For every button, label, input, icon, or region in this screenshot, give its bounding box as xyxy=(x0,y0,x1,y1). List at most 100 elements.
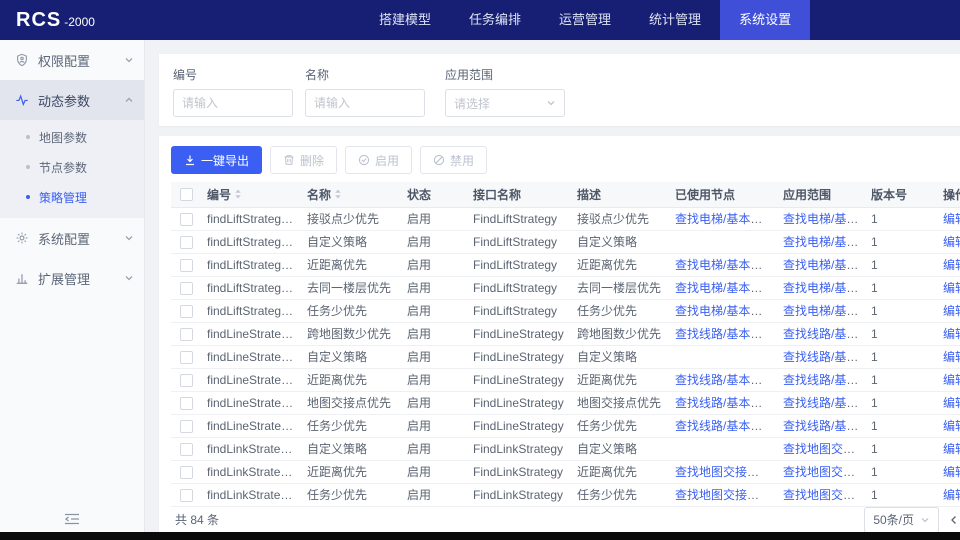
edit-link[interactable]: 编辑 xyxy=(943,419,960,433)
nav-item[interactable]: 系统设置 xyxy=(720,0,810,40)
scope-link[interactable]: 查找线路/基本属性/查找 xyxy=(783,419,865,433)
edit-link[interactable]: 编辑 xyxy=(943,281,960,295)
cell-interface: FindLineStrategy xyxy=(467,391,571,414)
sidebar-item[interactable]: 节点参数 xyxy=(0,152,144,182)
cell-used-nodes xyxy=(669,345,777,368)
used-nodes-link[interactable]: 查找线路/基本属性/查找 xyxy=(675,396,777,410)
edit-link[interactable]: 编辑 xyxy=(943,304,960,318)
cell-interface: FindLiftStrategy xyxy=(467,253,571,276)
used-nodes-link[interactable]: 查找电梯/基本属性/查找 xyxy=(675,281,777,295)
cell-status: 启用 xyxy=(401,345,467,368)
edit-link[interactable]: 编辑 xyxy=(943,465,960,479)
scope-link[interactable]: 查找地图交接点/基本属... xyxy=(783,442,865,456)
scope-link[interactable]: 查找电梯/基本属性/查找 xyxy=(783,304,865,318)
edit-link[interactable]: 编辑 xyxy=(943,235,960,249)
sort-carets-icon[interactable] xyxy=(234,188,242,200)
cell-id: findLineStrategyForT... xyxy=(201,414,301,437)
row-checkbox[interactable] xyxy=(180,259,193,272)
cell-status: 启用 xyxy=(401,230,467,253)
system-config-icon xyxy=(14,230,30,246)
collapse-sidebar-button[interactable] xyxy=(64,512,80,526)
used-nodes-link[interactable]: 查找电梯/基本属性/查找 xyxy=(675,212,777,226)
scope-link[interactable]: 查找线路/基本属性/查找 xyxy=(783,396,865,410)
row-checkbox[interactable] xyxy=(180,443,193,456)
prev-page-button[interactable] xyxy=(947,513,960,527)
sidebar-group-header[interactable]: 扩展管理 xyxy=(0,258,144,298)
row-checkbox[interactable] xyxy=(180,489,193,502)
nav-item[interactable]: 搭建模型 xyxy=(360,0,450,40)
row-checkbox[interactable] xyxy=(180,328,193,341)
filter-scope-select[interactable]: 请选择 xyxy=(445,89,565,117)
row-checkbox[interactable] xyxy=(180,305,193,318)
cell-status: 启用 xyxy=(401,276,467,299)
cell-version: 1 xyxy=(865,345,937,368)
row-checkbox[interactable] xyxy=(180,374,193,387)
used-nodes-link[interactable]: 查找线路/基本属性/查找 xyxy=(675,327,777,341)
row-checkbox[interactable] xyxy=(180,236,193,249)
scope-link[interactable]: 查找电梯/基本属性/查找 xyxy=(783,258,865,272)
sidebar-group: 扩展管理 xyxy=(0,258,144,298)
used-nodes-link[interactable]: 查找电梯/基本属性/查找 xyxy=(675,304,777,318)
row-checkbox[interactable] xyxy=(180,213,193,226)
cell-desc: 跨地图数少优先 xyxy=(571,322,669,345)
filter-field: 名称 xyxy=(305,66,427,126)
edit-link[interactable]: 编辑 xyxy=(943,442,960,456)
row-checkbox[interactable] xyxy=(180,397,193,410)
used-nodes-link[interactable]: 查找地图交接点/基本属... xyxy=(675,488,777,502)
cell-id: findLiftStrategyForTa... xyxy=(201,299,301,322)
cell-id: findLineStrategyFor... xyxy=(201,345,301,368)
row-checkbox[interactable] xyxy=(180,351,193,364)
cell-used-nodes: 查找电梯/基本属性/查找 xyxy=(669,299,777,322)
cell-status: 启用 xyxy=(401,253,467,276)
enable-button[interactable]: 启用 xyxy=(345,146,412,174)
scope-link[interactable]: 查找线路/基本属性/查找 xyxy=(783,327,865,341)
page-size-select[interactable]: 50条/页 xyxy=(864,507,939,533)
edit-link[interactable]: 编辑 xyxy=(943,396,960,410)
disable-button[interactable]: 禁用 xyxy=(420,146,487,174)
edit-link[interactable]: 编辑 xyxy=(943,258,960,272)
row-checkbox[interactable] xyxy=(180,420,193,433)
sidebar-group-header[interactable]: 系统配置 xyxy=(0,218,144,258)
used-nodes-link[interactable]: 查找地图交接点/基本属... xyxy=(675,465,777,479)
sidebar-item[interactable]: 策略管理 xyxy=(0,182,144,212)
column-header-name[interactable]: 名称 xyxy=(301,182,401,207)
nav-item[interactable]: 任务编排 xyxy=(450,0,540,40)
scope-link[interactable]: 查找线路/基本属性/查找 xyxy=(783,373,865,387)
select-all-checkbox[interactable] xyxy=(180,188,193,201)
nav-item[interactable]: 统计管理 xyxy=(630,0,720,40)
scope-link[interactable]: 查找电梯/基本属性/查找 xyxy=(783,212,865,226)
table-row: findLineStrategyFor...跨地图数少优先启用FindLineS… xyxy=(171,322,960,345)
edit-link[interactable]: 编辑 xyxy=(943,212,960,226)
edit-link[interactable]: 编辑 xyxy=(943,350,960,364)
export-button[interactable]: 一键导出 xyxy=(171,146,262,174)
cell-checkbox xyxy=(171,460,201,483)
used-nodes-link[interactable]: 查找线路/基本属性/查找 xyxy=(675,419,777,433)
edit-link[interactable]: 编辑 xyxy=(943,327,960,341)
sidebar-group-header[interactable]: 权限配置 xyxy=(0,40,144,80)
edit-link[interactable]: 编辑 xyxy=(943,373,960,387)
sort-carets-icon[interactable] xyxy=(334,188,342,200)
used-nodes-link[interactable]: 查找线路/基本属性/查找 xyxy=(675,373,777,387)
cell-used-nodes: 查找线路/基本属性/查找 xyxy=(669,414,777,437)
scope-link[interactable]: 查找地图交接点/基本属... xyxy=(783,465,865,479)
scope-link[interactable]: 查找电梯/基本属性/查找 xyxy=(783,281,865,295)
filter-name-input[interactable] xyxy=(305,89,425,117)
scope-link[interactable]: 查找电梯/基本属性/查找 xyxy=(783,235,865,249)
scope-link[interactable]: 查找地图交接点/基本属... xyxy=(783,488,865,502)
delete-button[interactable]: 删除 xyxy=(270,146,337,174)
nav-item[interactable]: 运营管理 xyxy=(540,0,630,40)
row-checkbox[interactable] xyxy=(180,282,193,295)
strategy-table: 编号名称状态接口名称描述已使用节点应用范围版本号操作 findLiftStrat… xyxy=(171,182,960,507)
column-header-id[interactable]: 编号 xyxy=(201,182,301,207)
column-label: 编号 xyxy=(207,186,231,203)
edit-link[interactable]: 编辑 xyxy=(943,488,960,502)
sidebar-group-header[interactable]: 动态参数 xyxy=(0,80,144,120)
row-checkbox[interactable] xyxy=(180,466,193,479)
permission-icon xyxy=(14,52,30,68)
scope-link[interactable]: 查找线路/基本属性/查找 xyxy=(783,350,865,364)
cell-id: findLinkStrategyFor... xyxy=(201,437,301,460)
filter-id-input[interactable] xyxy=(173,89,293,117)
used-nodes-link[interactable]: 查找电梯/基本属性/查找 xyxy=(675,258,777,272)
cell-status: 启用 xyxy=(401,299,467,322)
sidebar-item[interactable]: 地图参数 xyxy=(0,122,144,152)
